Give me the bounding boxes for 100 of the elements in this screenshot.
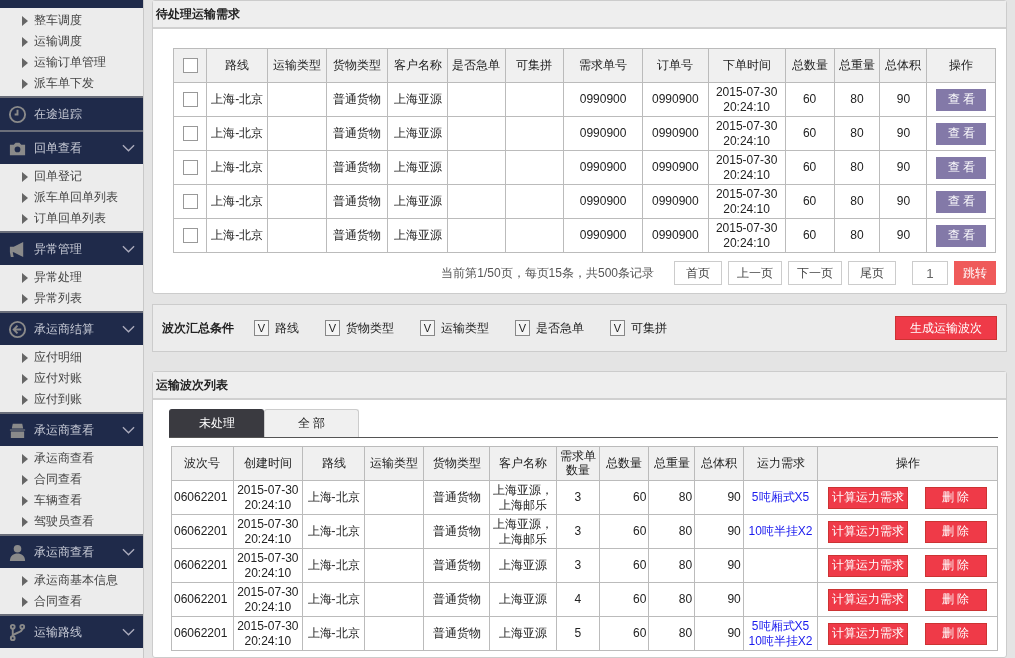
table-cell: 普通货物 (423, 514, 490, 549)
sidebar-item[interactable]: 合同查看 (0, 469, 143, 490)
sidebar-item[interactable]: 订单回单列表 (0, 208, 143, 229)
delete-button[interactable]: 删 除 (924, 622, 987, 645)
delete-button[interactable]: 删 除 (924, 520, 987, 543)
table-cell: 上海-北京 (302, 514, 365, 549)
page-button[interactable]: 首页 (674, 261, 722, 285)
delete-button[interactable]: 删 除 (924, 554, 987, 577)
table-cell: 上海亚源，上海邮乐 (489, 514, 557, 549)
page-button[interactable]: 上一页 (728, 261, 782, 285)
table-cell: 上海亚源 (387, 116, 448, 151)
sidebar-item[interactable]: 承运商基本信息 (0, 570, 143, 591)
sidebar-item[interactable]: 派车单回单列表 (0, 187, 143, 208)
table-cell: 90 (879, 150, 927, 185)
sidebar-item[interactable]: 驾驶员查看 (0, 511, 143, 532)
sidebar-item[interactable]: 应付对账 (0, 368, 143, 389)
tab[interactable]: 未处理 (169, 409, 264, 437)
table-cell: 上海-北京 (207, 82, 268, 117)
table-cell: 3 (556, 514, 600, 549)
view-button[interactable]: 查 看 (936, 122, 987, 145)
sidebar-item[interactable]: 应付明细 (0, 347, 143, 368)
checkbox[interactable]: V (254, 320, 269, 336)
column-header: 运力需求 (743, 446, 818, 481)
table-cell: 90 (694, 548, 744, 583)
table-cell: 06062201 (171, 582, 234, 617)
view-button[interactable]: 查 看 (936, 190, 987, 213)
delete-button[interactable]: 删 除 (924, 588, 987, 611)
view-button[interactable]: 查 看 (936, 88, 987, 111)
checkbox[interactable] (182, 228, 198, 244)
sidebar-item[interactable]: 回单登记 (0, 166, 143, 187)
sidebar-group-header[interactable]: 承运商查看 (0, 412, 143, 446)
calculate-button[interactable]: 计算运力需求 (828, 622, 909, 645)
table-cell: 上海亚源 (387, 150, 448, 185)
sidebar-item[interactable]: 承运商查看 (0, 448, 143, 469)
table-cell: 2015-07-30 20:24:10 (233, 616, 303, 651)
table-cell: 60 (785, 184, 834, 219)
sidebar-item[interactable]: 整车调度 (0, 10, 143, 31)
table-cell: 0990900 (642, 116, 709, 151)
column-header: 可集拼 (505, 48, 564, 83)
capacity-link[interactable]: 5吨厢式X5 (745, 619, 816, 634)
sidebar-item[interactable]: 异常处理 (0, 267, 143, 288)
calculate-button[interactable]: 计算运力需求 (828, 486, 909, 509)
checkbox[interactable] (182, 58, 198, 73)
sidebar-item[interactable]: 应付到账 (0, 389, 143, 410)
column-header: 操作 (817, 446, 998, 481)
table-cell: 80 (834, 116, 880, 151)
checkbox[interactable]: V (610, 320, 625, 336)
table-cell: 0990900 (563, 184, 643, 219)
column-header: 总数量 (785, 48, 834, 83)
table-cell: 80 (648, 548, 695, 583)
sidebar-item[interactable]: 合同查看 (0, 591, 143, 612)
column-header: 创建时间 (233, 446, 303, 481)
table-cell: 普通货物 (423, 480, 490, 515)
checkbox[interactable] (182, 126, 198, 142)
table-cell: 2015-07-30 20:24:10 (708, 150, 786, 185)
sidebar-item[interactable]: 运输调度 (0, 31, 143, 52)
sidebar-group-header[interactable]: 在途追踪 (0, 96, 143, 130)
delete-button[interactable]: 删 除 (924, 486, 987, 509)
sidebar-item[interactable]: 异常列表 (0, 288, 143, 309)
column-header: 下单时间 (708, 48, 786, 83)
checkbox[interactable]: V (420, 320, 435, 336)
table-cell: 90 (879, 116, 927, 151)
checkbox-label: 货物类型 (346, 319, 394, 337)
calculate-button[interactable]: 计算运力需求 (828, 554, 909, 577)
view-button[interactable]: 查 看 (936, 224, 987, 247)
sidebar-group-header[interactable]: 承运商结算 (0, 311, 143, 345)
calculate-button[interactable]: 计算运力需求 (828, 588, 909, 611)
column-header: 运输类型 (364, 446, 424, 481)
sidebar-group-header[interactable]: 运输路线 (0, 614, 143, 648)
table-cell: 上海亚源 (489, 582, 557, 617)
sidebar-group-header[interactable]: 承运商查看 (0, 534, 143, 568)
calculate-button[interactable]: 计算运力需求 (828, 520, 909, 543)
checkbox[interactable] (182, 194, 198, 210)
table-cell: 2015-07-30 20:24:10 (233, 582, 303, 617)
checkbox[interactable]: V (515, 320, 530, 336)
table-cell: 上海亚源 (387, 82, 448, 117)
sidebar-group-header[interactable]: 回单查看 (0, 130, 143, 164)
capacity-link[interactable]: 10吨半挂X2 (745, 633, 816, 648)
table-cell: 4 (556, 582, 600, 617)
page-button[interactable]: 尾页 (848, 261, 896, 285)
sidebar-item[interactable]: 运输订单管理 (0, 52, 143, 73)
sidebar-item[interactable]: 派车单下发 (0, 73, 143, 94)
tab[interactable]: 全 部 (264, 409, 359, 437)
table-cell: 普通货物 (423, 616, 490, 651)
checkbox[interactable] (182, 92, 198, 108)
sidebar-item[interactable]: 车辆查看 (0, 490, 143, 511)
column-header: 货物类型 (423, 446, 490, 481)
view-button[interactable]: 查 看 (936, 156, 987, 179)
table-cell: 2015-07-30 20:24:10 (233, 514, 303, 549)
page-button[interactable]: 下一页 (788, 261, 842, 285)
page-input[interactable]: 1 (912, 261, 948, 285)
sidebar-group-header[interactable]: 异常管理 (0, 231, 143, 265)
table-cell: 普通货物 (326, 184, 388, 219)
table-cell: 80 (648, 582, 695, 617)
checkbox[interactable] (182, 160, 198, 176)
table-cell: 60 (785, 116, 834, 151)
checkbox[interactable]: V (325, 320, 340, 336)
table-cell: 上海-北京 (302, 548, 365, 583)
generate-button[interactable]: 生成运输波次 (895, 316, 997, 340)
table-cell: 0990900 (642, 218, 709, 253)
